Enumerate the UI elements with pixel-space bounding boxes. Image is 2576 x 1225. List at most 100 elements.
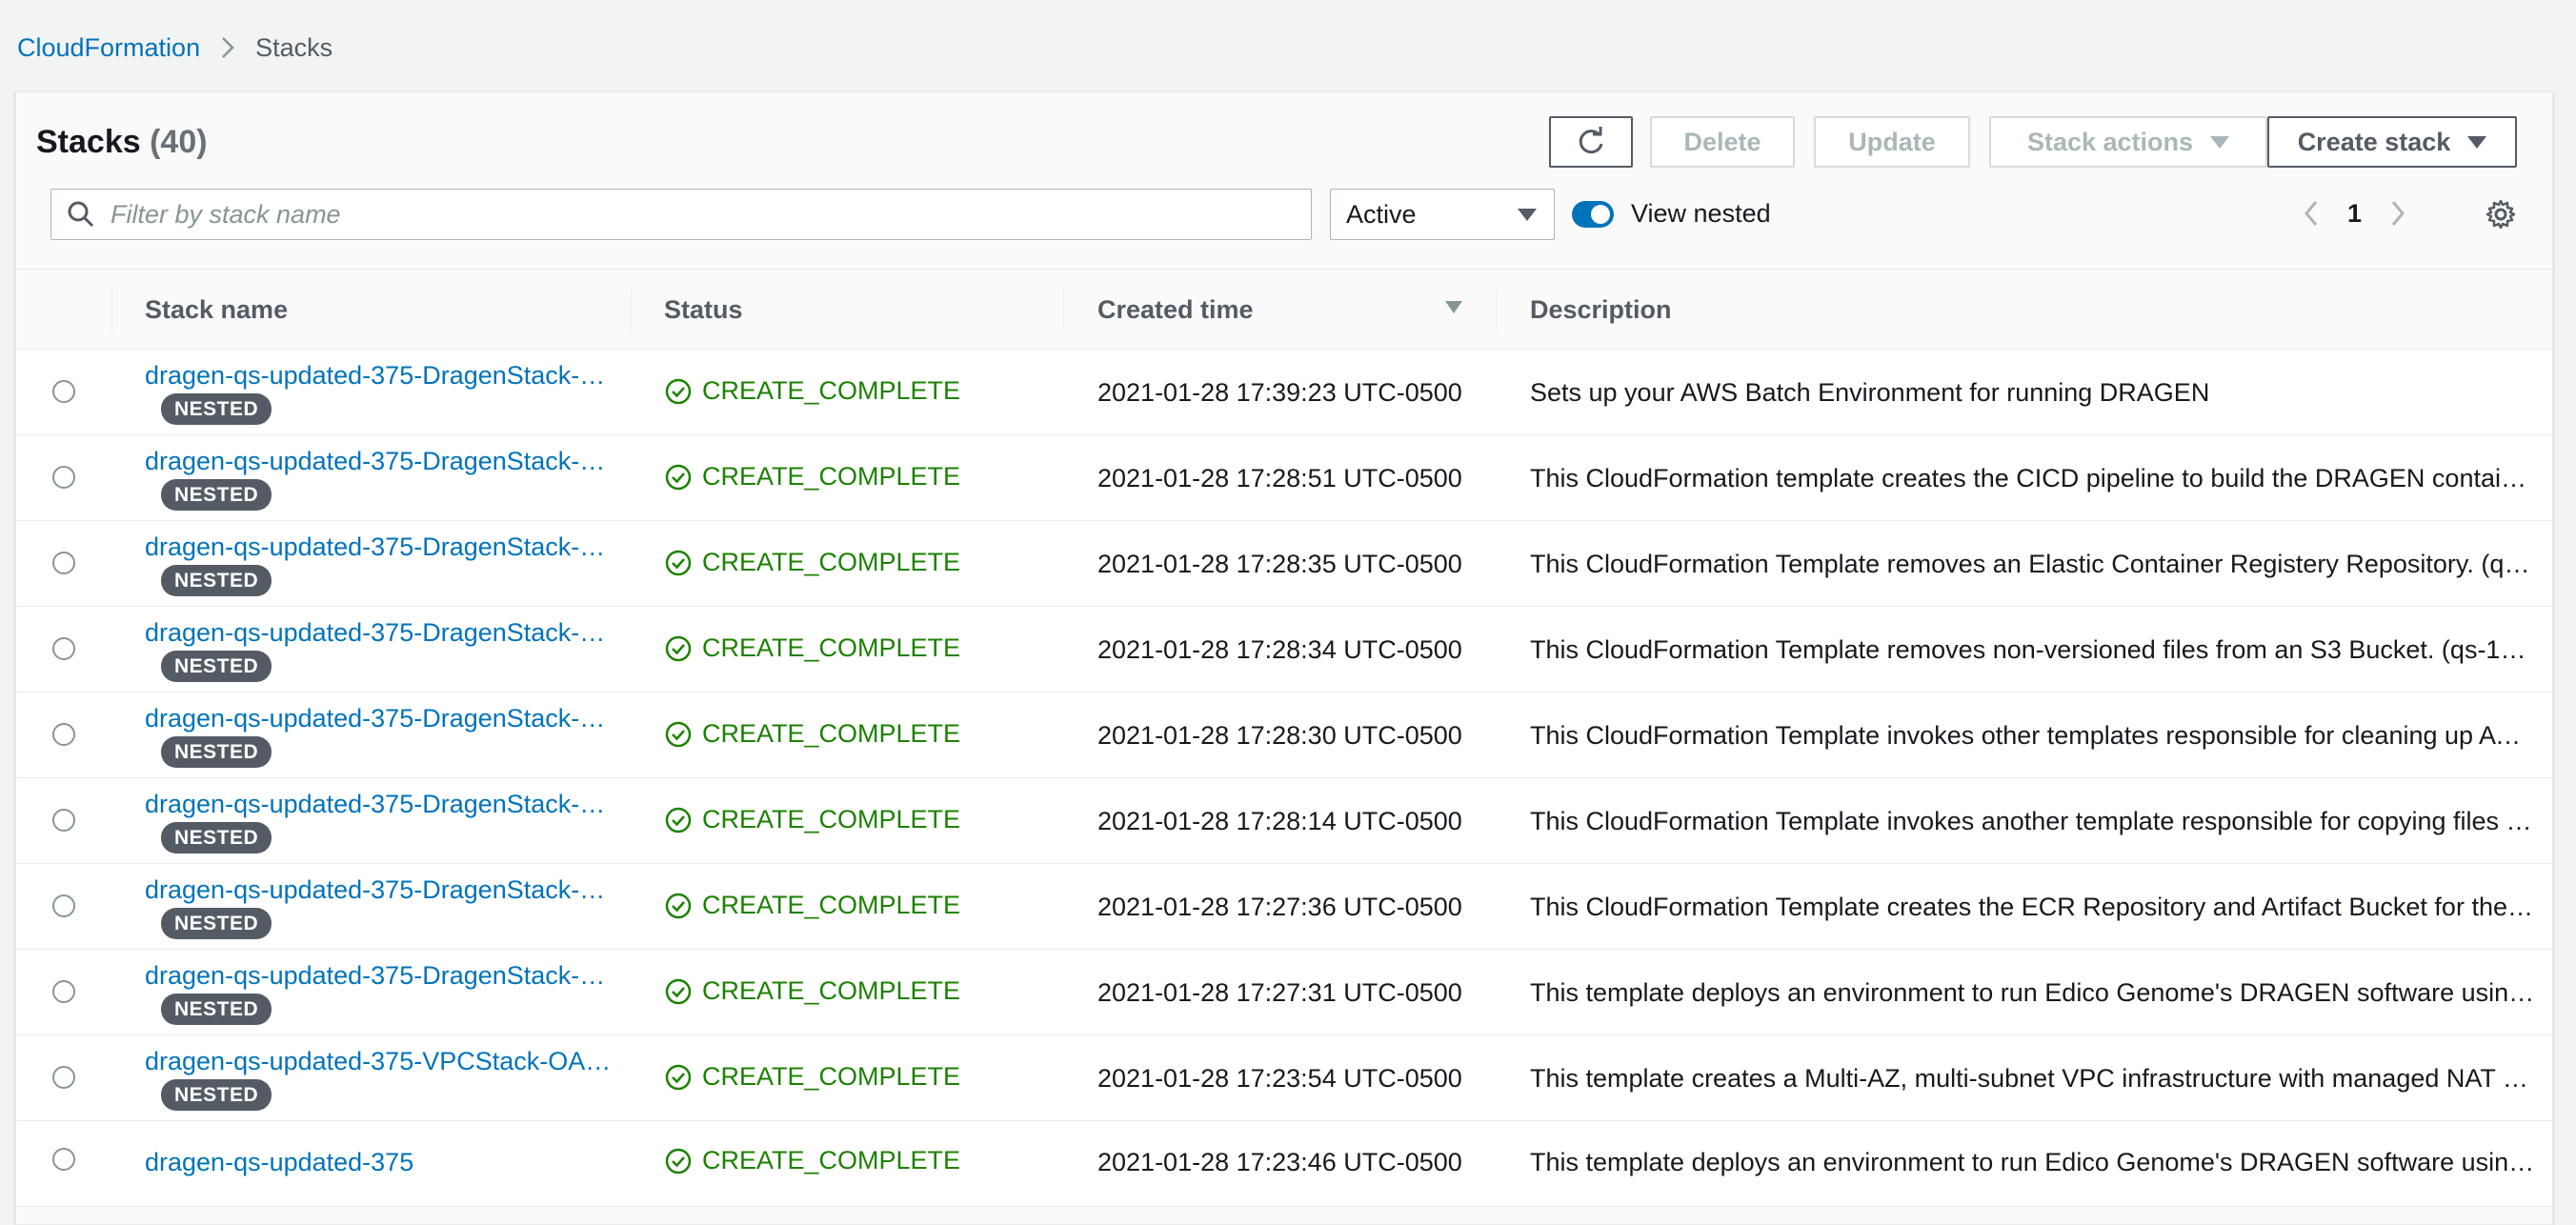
row-select-radio[interactable]: [52, 466, 75, 489]
stack-description: Sets up your AWS Batch Environment for r…: [1530, 378, 2210, 407]
stacks-table-body: dragen-qs-updated-375-DragenStack-… NEST…: [16, 350, 2552, 1207]
column-header-stack-name[interactable]: Stack name: [145, 270, 288, 351]
status-cell: CREATE_COMPLETE: [664, 1146, 960, 1175]
stack-name-link[interactable]: dragen-qs-updated-375-DragenStack-…: [145, 447, 612, 476]
stack-description: This CloudFormation Template invokes ano…: [1530, 807, 2535, 835]
gear-icon[interactable]: [2485, 198, 2517, 231]
column-header-description[interactable]: Description: [1530, 270, 1672, 351]
caret-down-icon: [2210, 135, 2230, 149]
table-row[interactable]: dragen-qs-updated-375-DragenStack-… NEST…: [16, 350, 2552, 435]
nested-badge: NESTED: [161, 822, 272, 853]
stack-name-link[interactable]: dragen-qs-updated-375-DragenStack-…: [145, 875, 612, 905]
status-text: CREATE_COMPLETE: [702, 376, 961, 405]
delete-button[interactable]: Delete: [1650, 116, 1795, 168]
table-row[interactable]: dragen-qs-updated-375-VPCStack-OA… NESTE…: [16, 1035, 2552, 1121]
status-cell: CREATE_COMPLETE: [664, 548, 960, 577]
update-button[interactable]: Update: [1814, 116, 1970, 168]
row-select-radio[interactable]: [52, 980, 75, 1003]
status-cell: CREATE_COMPLETE: [664, 891, 960, 920]
created-time: 2021-01-28 17:23:54 UTC-0500: [1097, 1064, 1462, 1093]
nested-badge: NESTED: [161, 1079, 272, 1111]
status-cell: CREATE_COMPLETE: [664, 719, 960, 749]
page-title: Stacks (40): [36, 124, 208, 161]
current-page[interactable]: 1: [2347, 199, 2362, 229]
status-text: CREATE_COMPLETE: [702, 1062, 961, 1091]
stack-name-link[interactable]: dragen-qs-updated-375-VPCStack-OA…: [145, 1047, 612, 1076]
created-time: 2021-01-28 17:39:23 UTC-0500: [1097, 378, 1462, 407]
pagination: 1: [2304, 194, 2405, 232]
table-row[interactable]: dragen-qs-updated-375-DragenStack-… NEST…: [16, 435, 2552, 521]
stack-search-box[interactable]: [50, 189, 1312, 240]
caret-down-icon: [2467, 135, 2487, 149]
table-row[interactable]: dragen-qs-updated-375-DragenStack-… NEST…: [16, 864, 2552, 950]
nested-badge: NESTED: [161, 908, 272, 939]
stack-name-link[interactable]: dragen-qs-updated-375-DragenStack-…: [145, 704, 612, 733]
stack-name-link[interactable]: dragen-qs-updated-375: [145, 1148, 612, 1177]
check-circle-icon: [665, 978, 692, 1004]
delete-button-label: Delete: [1683, 127, 1761, 156]
nested-badge: NESTED: [161, 651, 272, 682]
caret-down-icon: [1518, 208, 1537, 221]
check-circle-icon: [665, 550, 692, 575]
stack-name-link[interactable]: dragen-qs-updated-375-DragenStack-…: [145, 961, 612, 991]
status-text: CREATE_COMPLETE: [702, 976, 961, 1005]
sort-descending-icon[interactable]: [1445, 301, 1462, 313]
check-circle-icon: [665, 893, 692, 918]
status-text: CREATE_COMPLETE: [702, 548, 961, 576]
row-select-radio[interactable]: [52, 380, 75, 403]
created-time: 2021-01-28 17:28:51 UTC-0500: [1097, 464, 1462, 492]
status-text: CREATE_COMPLETE: [702, 1146, 961, 1175]
toggle-knob: [1591, 205, 1610, 224]
stack-name-link[interactable]: dragen-qs-updated-375-DragenStack-…: [145, 790, 612, 819]
stack-description: This CloudFormation template creates the…: [1530, 464, 2535, 492]
breadcrumb-cloudformation-link[interactable]: CloudFormation: [17, 33, 200, 63]
chevron-right-icon: [221, 36, 234, 59]
column-header-status[interactable]: Status: [664, 270, 743, 351]
row-select-radio[interactable]: [52, 809, 75, 832]
stack-description: This template creates a Multi-AZ, multi-…: [1530, 1064, 2535, 1093]
status-text: CREATE_COMPLETE: [702, 719, 961, 748]
search-input[interactable]: [111, 199, 1311, 230]
stack-name-link[interactable]: dragen-qs-updated-375-DragenStack-…: [145, 618, 612, 648]
refresh-button[interactable]: [1549, 116, 1633, 168]
table-row[interactable]: dragen-qs-updated-375-DragenStack-… NEST…: [16, 950, 2552, 1035]
breadcrumb: CloudFormation Stacks: [17, 32, 332, 63]
row-select-radio[interactable]: [52, 637, 75, 660]
status-cell: CREATE_COMPLETE: [664, 976, 960, 1006]
row-select-radio[interactable]: [52, 1148, 75, 1171]
check-circle-icon: [665, 807, 692, 833]
nested-badge: NESTED: [161, 479, 272, 511]
chevron-left-icon[interactable]: [2304, 200, 2319, 227]
table-row[interactable]: dragen-qs-updated-375-DragenStack-… NEST…: [16, 607, 2552, 693]
table-row[interactable]: dragen-qs-updated-375 CREATE_COMPLETE 20…: [16, 1121, 2552, 1207]
table-row[interactable]: dragen-qs-updated-375-DragenStack-… NEST…: [16, 778, 2552, 864]
check-circle-icon: [665, 1148, 692, 1174]
status-cell: CREATE_COMPLETE: [664, 633, 960, 663]
created-time: 2021-01-28 17:28:30 UTC-0500: [1097, 721, 1462, 750]
stack-actions-button[interactable]: Stack actions: [1989, 116, 2267, 168]
update-button-label: Update: [1848, 127, 1936, 156]
view-nested-label: View nested: [1631, 199, 1771, 228]
view-nested-toggle[interactable]: [1572, 201, 1614, 228]
chevron-right-icon[interactable]: [2390, 200, 2405, 227]
stack-name-link[interactable]: dragen-qs-updated-375-DragenStack-…: [145, 532, 612, 562]
column-header-created-time[interactable]: Created time: [1097, 270, 1254, 351]
row-select-radio[interactable]: [52, 1066, 75, 1089]
row-select-radio[interactable]: [52, 723, 75, 746]
breadcrumb-current: Stacks: [255, 32, 333, 62]
check-circle-icon: [665, 721, 692, 747]
check-circle-icon: [665, 1064, 692, 1090]
refresh-icon: [1579, 127, 1603, 154]
search-icon: [68, 201, 94, 228]
table-row[interactable]: dragen-qs-updated-375-DragenStack-… NEST…: [16, 693, 2552, 778]
row-select-radio[interactable]: [52, 552, 75, 574]
create-stack-button[interactable]: Create stack: [2267, 116, 2517, 168]
status-cell: CREATE_COMPLETE: [664, 462, 960, 492]
stack-actions-label: Stack actions: [2026, 127, 2194, 156]
row-select-radio[interactable]: [52, 894, 75, 917]
status-cell: CREATE_COMPLETE: [664, 1062, 960, 1092]
stack-name-link[interactable]: dragen-qs-updated-375-DragenStack-…: [145, 361, 612, 391]
table-row[interactable]: dragen-qs-updated-375-DragenStack-… NEST…: [16, 521, 2552, 607]
nested-badge: NESTED: [161, 736, 272, 768]
status-filter-select[interactable]: Active: [1330, 189, 1555, 240]
